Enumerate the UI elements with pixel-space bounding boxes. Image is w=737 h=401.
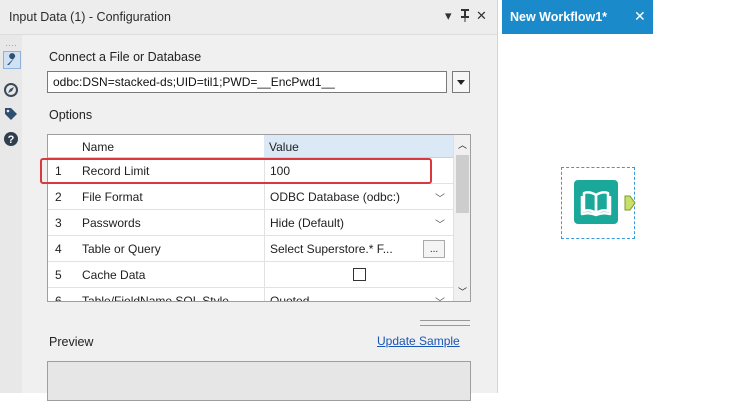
- panel-header: Input Data (1) - Configuration ▾ ✕: [0, 0, 497, 35]
- connection-dropdown-button[interactable]: [452, 71, 470, 93]
- grid-header: Name Value: [48, 135, 453, 158]
- update-sample-link[interactable]: Update Sample: [377, 334, 460, 348]
- chevron-down-icon: ﹀: [435, 294, 445, 301]
- panel-close-icon[interactable]: ✕: [476, 8, 487, 24]
- compass-icon[interactable]: [3, 82, 19, 98]
- wrench-icon[interactable]: [3, 51, 21, 69]
- row-number: 3: [55, 216, 62, 230]
- preview-label: Preview: [49, 335, 94, 349]
- tab-close-icon[interactable]: ✕: [634, 8, 646, 25]
- row-name: Cache Data: [82, 268, 146, 282]
- scroll-down-icon[interactable]: ﹀: [458, 285, 467, 298]
- row-name: File Format: [82, 190, 143, 204]
- help-icon[interactable]: ?: [3, 131, 19, 147]
- input-data-tool[interactable]: [561, 167, 636, 239]
- row-number: 2: [55, 190, 62, 204]
- table-query-cell[interactable]: Select Superstore.* F... ...: [264, 236, 454, 261]
- tab-new-workflow[interactable]: New Workflow1* ✕: [502, 0, 653, 34]
- record-limit-highlight: [40, 158, 432, 184]
- row-name: Table or Query: [82, 242, 161, 256]
- svg-text:?: ?: [8, 134, 15, 146]
- cache-data-cell: [264, 262, 454, 287]
- output-anchor-icon[interactable]: [624, 195, 636, 214]
- sql-style-select[interactable]: Quoted ﹀: [264, 288, 454, 302]
- row-number: 5: [55, 268, 62, 282]
- chevron-down-icon: ﹀: [435, 220, 445, 231]
- passwords-value: Hide (Default): [270, 216, 345, 230]
- grid-scrollbar[interactable]: ︿ ﹀: [453, 135, 470, 301]
- cache-data-checkbox[interactable]: [353, 268, 366, 281]
- table-row[interactable]: 3 Passwords Hide (Default) ﹀: [48, 210, 453, 236]
- connection-string-input[interactable]: [47, 71, 447, 93]
- chevron-down-icon: ﹀: [435, 194, 445, 205]
- splitter-handle[interactable]: [420, 320, 470, 326]
- file-format-value: ODBC Database (odbc:): [270, 190, 401, 204]
- passwords-select[interactable]: Hide (Default) ﹀: [264, 210, 454, 235]
- table-row[interactable]: 6 Table/FieldName SQL Style Quoted ﹀: [48, 288, 454, 302]
- scrollbar-thumb[interactable]: [456, 155, 469, 213]
- pin-icon[interactable]: [460, 8, 470, 26]
- table-row[interactable]: 2 File Format ODBC Database (odbc:) ﹀: [48, 184, 453, 210]
- row-number: 4: [55, 242, 62, 256]
- table-query-value: Select Superstore.* F...: [270, 242, 393, 256]
- row-name: Passwords: [82, 216, 141, 230]
- table-row[interactable]: 5 Cache Data: [48, 262, 453, 288]
- row-number: 6: [55, 294, 62, 302]
- sql-style-value: Quoted: [270, 294, 310, 302]
- browse-query-button[interactable]: ...: [423, 240, 445, 258]
- book-icon: [574, 180, 618, 224]
- tab-title: New Workflow1*: [510, 10, 608, 24]
- file-format-select[interactable]: ODBC Database (odbc:) ﹀: [264, 184, 454, 209]
- preview-area: [47, 361, 471, 401]
- chevron-down-icon: [457, 79, 465, 85]
- tag-icon[interactable]: [3, 106, 19, 122]
- column-header-value: Value: [269, 140, 299, 154]
- connect-label: Connect a File or Database: [49, 50, 202, 64]
- row-name: Table/FieldName SQL Style: [82, 294, 229, 302]
- panel-menu-dropdown-icon[interactable]: ▾: [445, 8, 452, 24]
- column-header-name: Name: [82, 140, 115, 154]
- options-label: Options: [49, 108, 93, 122]
- panel-title: Input Data (1) - Configuration: [9, 10, 171, 24]
- configuration-panel: Input Data (1) - Configuration ▾ ✕ ···· …: [0, 0, 498, 401]
- tool-strip: ···· ?: [0, 35, 22, 393]
- scroll-up-icon[interactable]: ︿: [458, 138, 467, 151]
- table-row[interactable]: 4 Table or Query Select Superstore.* F..…: [48, 236, 453, 262]
